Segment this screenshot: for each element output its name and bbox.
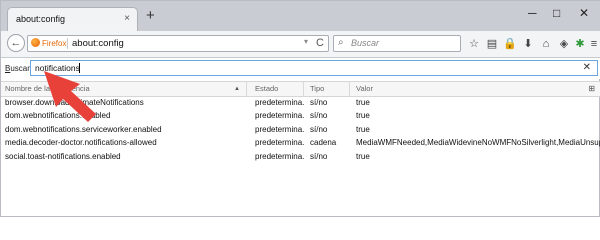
pref-value-cell: MediaWMFNeeded,MediaWidevineNoWMFNoSilve… [356, 138, 600, 148]
url-text[interactable]: about:config [72, 38, 124, 49]
close-tab-icon[interactable]: × [124, 13, 130, 24]
filter-value: notifications [35, 63, 80, 73]
sort-ascending-icon: ▲ [234, 86, 240, 92]
pref-value-cell: true [356, 111, 370, 121]
back-icon[interactable]: ← [7, 34, 25, 52]
pref-name-cell: media.decoder-doctor.notifications-allow… [5, 138, 157, 148]
reading-list-icon[interactable]: ▤ [485, 37, 499, 51]
pref-name-cell: dom.webnotifications.enabled [5, 111, 111, 121]
pref-status-cell: predetermina... [255, 138, 304, 148]
column-picker-icon[interactable]: ⊞ [588, 82, 595, 96]
identity-badge[interactable]: Firefox [31, 38, 66, 49]
pref-status-cell: predetermina... [255, 124, 304, 134]
pref-type-cell: sí/no [310, 124, 328, 134]
reload-icon[interactable]: C [316, 37, 324, 50]
pref-value-cell: true [356, 98, 370, 107]
browser-window: about:config × + ─ □ ✕ ← Firefox about:c… [0, 0, 600, 217]
pref-value-cell: true [356, 151, 370, 161]
column-header-status[interactable]: Estado [251, 82, 304, 96]
table-row[interactable]: dom.webnotifications.enabled predetermina… [1, 110, 600, 123]
navigation-bar: ← Firefox about:config ▾ C ⌕ Buscar ☆ ▤ 🔒 ⬇… [1, 31, 600, 58]
search-icon: ⌕ [338, 37, 344, 48]
firefox-icon [31, 38, 40, 47]
clear-filter-icon[interactable]: ✕ [583, 62, 591, 74]
pref-status-cell: predetermina... [255, 151, 304, 161]
pref-type-cell: cadena [310, 138, 337, 148]
url-bar[interactable]: Firefox about:config ▾ C [27, 35, 329, 52]
pref-status-cell: predetermina... [255, 111, 304, 121]
pref-name-cell: social.toast-notifications.enabled [5, 151, 121, 161]
home-icon[interactable]: ⌂ [539, 37, 553, 51]
firefox-label: Firefox [42, 39, 67, 48]
close-window-icon[interactable]: ✕ [579, 7, 589, 19]
column-header-type[interactable]: Tipo [306, 82, 350, 96]
pref-type-cell: sí/no [310, 111, 328, 121]
maximize-icon[interactable]: □ [553, 7, 560, 19]
table-row[interactable]: dom.webnotifications.serviceworker.enabl… [1, 124, 600, 137]
table-header: Nombre de la preferencia ▲ Estado Tipo V… [1, 81, 600, 97]
pref-type-cell: sí/no [310, 151, 328, 161]
tab-about-config[interactable]: about:config × [7, 7, 138, 31]
pref-name-cell: dom.webnotifications.serviceworker.enabl… [5, 124, 162, 134]
table-row[interactable]: media.decoder-doctor.notifications-allow… [1, 137, 600, 150]
tab-strip: about:config × + ─ □ ✕ [1, 1, 600, 32]
url-separator [67, 38, 68, 49]
column-header-value[interactable]: Valor [352, 82, 580, 96]
minimize-icon[interactable]: ─ [528, 7, 537, 19]
search-bar[interactable]: ⌕ Buscar [333, 35, 461, 52]
search-placeholder: Buscar [351, 38, 380, 48]
column-header-name[interactable]: Nombre de la preferencia ▲ [1, 82, 247, 96]
pref-name-cell: browser.download.animateNotifications [5, 98, 144, 107]
table-row[interactable]: social.toast-notifications.enabled predet… [1, 151, 600, 164]
new-tab-icon[interactable]: + [146, 8, 155, 23]
text-caret [79, 63, 80, 73]
star-icon[interactable]: ☆ [467, 37, 481, 51]
preference-filter-bar: Buscar: notifications ✕ [1, 58, 600, 79]
pocket-icon[interactable]: ◈ [557, 37, 571, 51]
url-dropdown-icon[interactable]: ▾ [304, 37, 308, 46]
table-row[interactable]: browser.download.animateNotifications pre… [1, 97, 600, 110]
lock-icon[interactable]: 🔒 [503, 37, 517, 51]
pref-value-cell: true [356, 124, 370, 134]
filter-label: Buscar: [5, 64, 33, 73]
menu-icon[interactable]: ≡ [587, 37, 600, 51]
pref-status-cell: predetermina... [255, 98, 304, 107]
download-icon[interactable]: ⬇ [521, 37, 535, 51]
extension-icon[interactable]: ✱ [573, 37, 587, 51]
tab-title: about:config [16, 14, 66, 24]
pref-type-cell: sí/no [310, 98, 328, 107]
filter-input[interactable]: notifications ✕ [30, 60, 598, 76]
